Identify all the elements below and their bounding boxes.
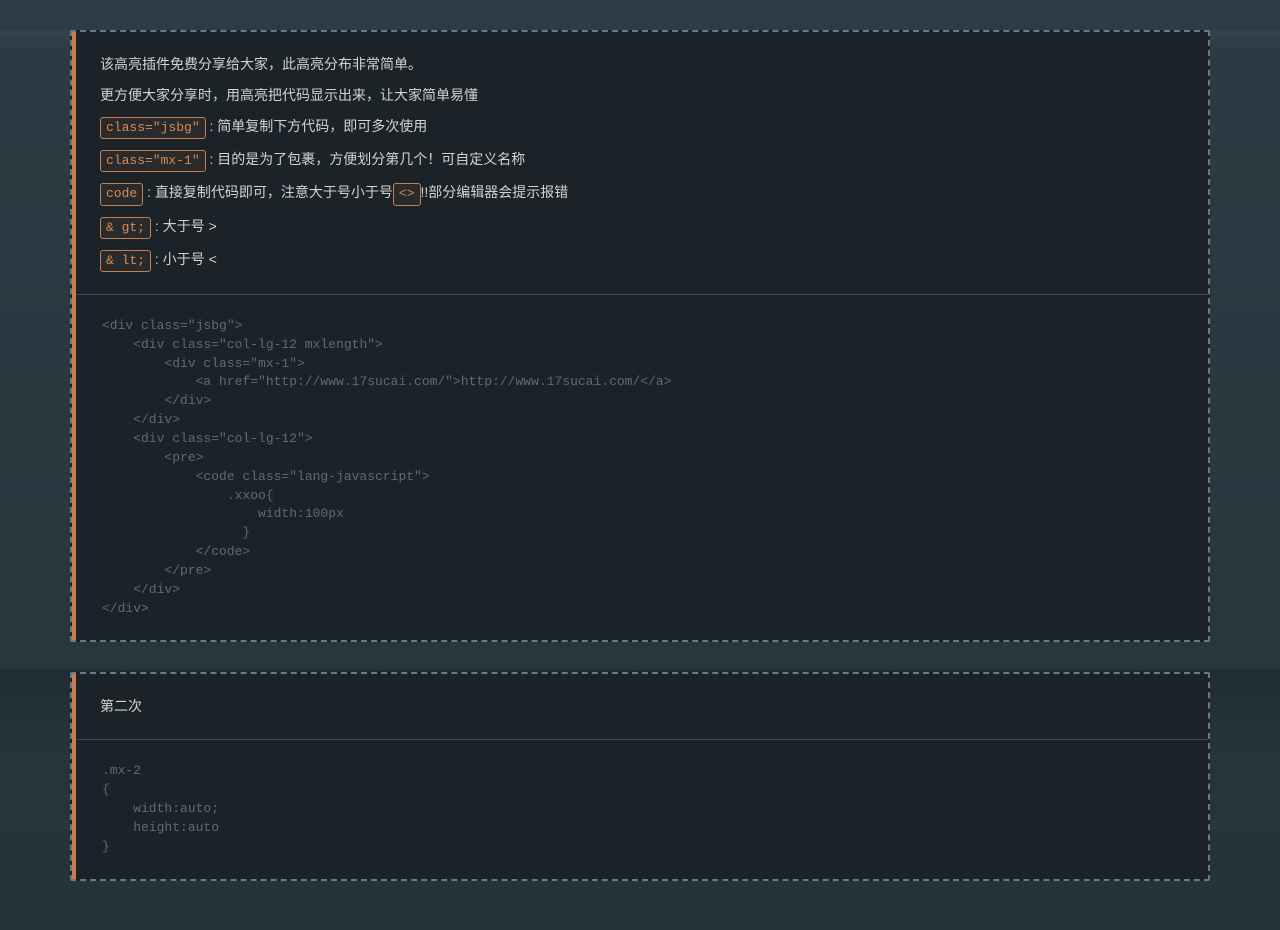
panel-2-inner: 第二次 .mx-2 { width:auto; height:auto } [72, 674, 1208, 878]
panel-2-header: 第二次 [76, 674, 1208, 739]
desc-lt: : 小于号 < [151, 251, 217, 267]
desc-gt: : 大于号 > [151, 218, 217, 234]
panel-1-header: 该高亮插件免费分享给大家，此高亮分布非常简单。 更方便大家分享时，用高亮把代码显… [76, 32, 1208, 294]
desc-code-b: !!部分编辑器会提示报错 [421, 184, 569, 200]
panel-1-inner: 该高亮插件免费分享给大家，此高亮分布非常简单。 更方便大家分享时，用高亮把代码显… [72, 32, 1208, 640]
desc-mx1: : 目的是为了包裹，方便划分第几个！可自定义名称 [206, 151, 526, 167]
row-jsbg: class="jsbg" : 简单复制下方代码，即可多次使用 [100, 116, 1184, 139]
code-block-2[interactable]: .mx-2 { width:auto; height:auto } [76, 739, 1208, 878]
row-gt: & gt; : 大于号 > [100, 216, 1184, 239]
tag-lt: & lt; [100, 250, 151, 272]
tag-jsbg: class="jsbg" [100, 117, 206, 139]
content-wrap: 该高亮插件免费分享给大家，此高亮分布非常简单。 更方便大家分享时，用高亮把代码显… [0, 30, 1280, 881]
tag-gt: & gt; [100, 217, 151, 239]
tag-code: code [100, 183, 143, 205]
intro-line-2: 更方便大家分享时，用高亮把代码显示出来，让大家简单易懂 [100, 85, 1184, 106]
code-block-1[interactable]: <div class="jsbg"> <div class="col-lg-12… [76, 294, 1208, 641]
panel-2-title: 第二次 [100, 696, 1184, 717]
tag-arrows: <> [393, 183, 421, 205]
row-mx1: class="mx-1" : 目的是为了包裹，方便划分第几个！可自定义名称 [100, 149, 1184, 172]
row-code: code : 直接复制代码即可，注意大于号小于号<>!!部分编辑器会提示报错 [100, 182, 1184, 205]
panel-2: 第二次 .mx-2 { width:auto; height:auto } [70, 672, 1210, 880]
intro-line-1: 该高亮插件免费分享给大家，此高亮分布非常简单。 [100, 54, 1184, 75]
desc-jsbg: : 简单复制下方代码，即可多次使用 [206, 118, 428, 134]
tag-mx1: class="mx-1" [100, 150, 206, 172]
panel-1: 该高亮插件免费分享给大家，此高亮分布非常简单。 更方便大家分享时，用高亮把代码显… [70, 30, 1210, 642]
desc-code-a: : 直接复制代码即可，注意大于号小于号 [143, 184, 393, 200]
row-lt: & lt; : 小于号 < [100, 249, 1184, 272]
